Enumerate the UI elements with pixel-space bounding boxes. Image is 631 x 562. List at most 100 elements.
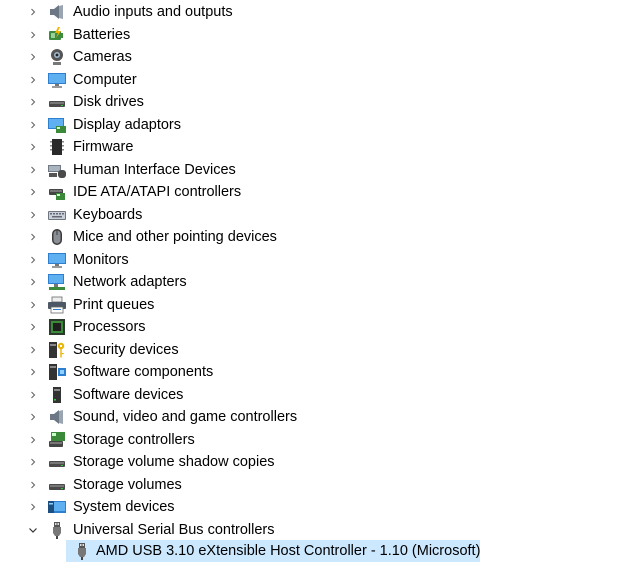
software-device-icon [47,385,67,405]
disk-drive-icon [47,92,67,112]
tree-item-storage-controllers[interactable]: Storage controllers [0,429,631,452]
chevron-right-icon[interactable] [28,120,38,130]
tree-item-mice-and-other-pointing-devices[interactable]: Mice and other pointing devices [0,226,631,249]
network-adapter-icon [47,272,67,292]
device-tree: Audio inputs and outputs Batteries Cameras… [0,1,631,541]
tree-item-label: Processors [73,319,146,336]
disk-drive-icon [47,475,67,495]
tree-item-disk-drives[interactable]: Disk drives [0,91,631,114]
tree-item-label: Software devices [73,386,184,403]
chevron-right-icon[interactable] [28,435,38,445]
tree-item-cameras[interactable]: Cameras [0,46,631,69]
usb-icon [72,541,92,561]
tree-item-software-devices[interactable]: Software devices [0,384,631,407]
tree-item-storage-volumes[interactable]: Storage volumes [0,474,631,497]
tree-item-system-devices[interactable]: System devices [0,496,631,519]
chevron-right-icon[interactable] [28,255,38,265]
tree-item-human-interface-devices[interactable]: Human Interface Devices [0,159,631,182]
tree-item-label: Cameras [73,49,132,66]
security-device-icon [47,340,67,360]
chevron-right-icon[interactable] [28,277,38,287]
tree-item-label: Human Interface Devices [73,161,236,178]
chevron-right-icon[interactable] [28,390,38,400]
chevron-right-icon[interactable] [28,502,38,512]
computer-icon [47,70,67,90]
chevron-down-icon[interactable] [28,525,38,535]
chevron-right-icon[interactable] [28,232,38,242]
speaker-icon [47,2,67,22]
chevron-right-icon[interactable] [28,210,38,220]
printer-icon [47,295,67,315]
ide-controller-icon [47,182,67,202]
chevron-right-icon[interactable] [28,300,38,310]
tree-item-audio-inputs-and-outputs[interactable]: Audio inputs and outputs [0,1,631,24]
tree-item-print-queues[interactable]: Print queues [0,294,631,317]
tree-item-label: Firmware [73,139,134,156]
tree-item-label: Disk drives [73,94,144,111]
chevron-right-icon[interactable] [28,75,38,85]
chevron-right-icon[interactable] [28,367,38,377]
usb-child-device-item[interactable]: AMD USB 3.10 eXtensible Host Controller … [66,540,480,562]
tree-item-sound-video-and-game-controllers[interactable]: Sound, video and game controllers [0,406,631,429]
tree-item-label: Universal Serial Bus controllers [73,521,275,538]
chevron-right-icon[interactable] [28,52,38,62]
hid-icon [47,160,67,180]
tree-item-monitors[interactable]: Monitors [0,249,631,272]
processor-icon [47,317,67,337]
chevron-right-icon[interactable] [28,30,38,40]
tree-item-batteries[interactable]: Batteries [0,24,631,47]
chevron-right-icon[interactable] [28,97,38,107]
tree-item-firmware[interactable]: Firmware [0,136,631,159]
tree-item-processors[interactable]: Processors [0,316,631,339]
tree-item-label: Audio inputs and outputs [73,4,233,21]
tree-item-software-components[interactable]: Software components [0,361,631,384]
tree-item-ide-ata-atapi-controllers[interactable]: IDE ATA/ATAPI controllers [0,181,631,204]
disk-drive-icon [47,452,67,472]
tree-item-label: System devices [73,499,175,516]
tree-item-label: Mice and other pointing devices [73,229,277,246]
usb-child-device-label: AMD USB 3.10 eXtensible Host Controller … [96,543,481,559]
tree-item-label: Computer [73,71,137,88]
tree-item-computer[interactable]: Computer [0,69,631,92]
chevron-right-icon[interactable] [28,345,38,355]
tree-item-display-adaptors[interactable]: Display adaptors [0,114,631,137]
tree-item-universal-serial-bus-controllers[interactable]: Universal Serial Bus controllers [0,519,631,542]
tree-item-label: Sound, video and game controllers [73,409,298,426]
display-adaptor-icon [47,115,67,135]
tree-item-label: Software components [73,364,214,381]
camera-icon [47,47,67,67]
tree-item-label: Storage volume shadow copies [73,454,275,471]
keyboard-icon [47,205,67,225]
tree-item-label: IDE ATA/ATAPI controllers [73,184,242,201]
usb-icon [47,520,67,540]
tree-item-label: Storage volumes [73,476,182,493]
chevron-right-icon[interactable] [28,322,38,332]
tree-item-label: Network adapters [73,274,187,291]
tree-item-label: Display adaptors [73,116,181,133]
tree-item-label: Storage controllers [73,431,195,448]
tree-item-label: Keyboards [73,206,143,223]
chevron-right-icon[interactable] [28,165,38,175]
chevron-right-icon[interactable] [28,412,38,422]
chevron-right-icon[interactable] [28,142,38,152]
chevron-right-icon[interactable] [28,7,38,17]
tree-item-network-adapters[interactable]: Network adapters [0,271,631,294]
chevron-right-icon[interactable] [28,457,38,467]
chevron-right-icon[interactable] [28,480,38,490]
speaker-icon [47,407,67,427]
software-component-icon [47,362,67,382]
storage-controller-icon [47,430,67,450]
system-device-icon [47,497,67,517]
mouse-icon [47,227,67,247]
tree-item-label: Security devices [73,341,179,358]
battery-icon [47,25,67,45]
firmware-icon [47,137,67,157]
chevron-right-icon[interactable] [28,187,38,197]
tree-item-label: Monitors [73,251,129,268]
monitor-icon [47,250,67,270]
tree-item-security-devices[interactable]: Security devices [0,339,631,362]
tree-item-storage-volume-shadow-copies[interactable]: Storage volume shadow copies [0,451,631,474]
tree-item-keyboards[interactable]: Keyboards [0,204,631,227]
tree-item-label: Print queues [73,296,155,313]
tree-item-label: Batteries [73,26,131,43]
